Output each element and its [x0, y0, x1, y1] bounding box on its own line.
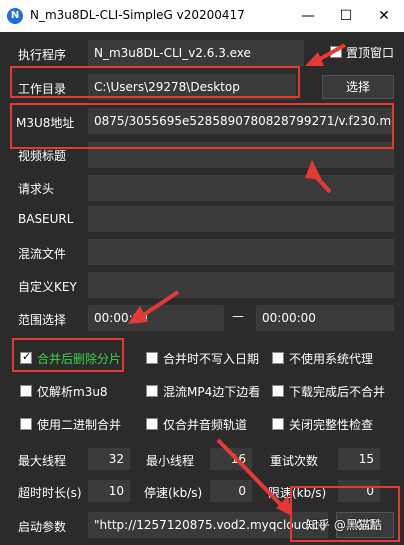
annotation-arrows: [128, 43, 346, 516]
arrow-head-url: [305, 160, 322, 180]
arrow-to-workdir: [317, 43, 346, 62]
arrow-to-range: [140, 290, 180, 318]
arrow-to-go: [216, 438, 284, 508]
arrow-head-go: [276, 496, 292, 516]
